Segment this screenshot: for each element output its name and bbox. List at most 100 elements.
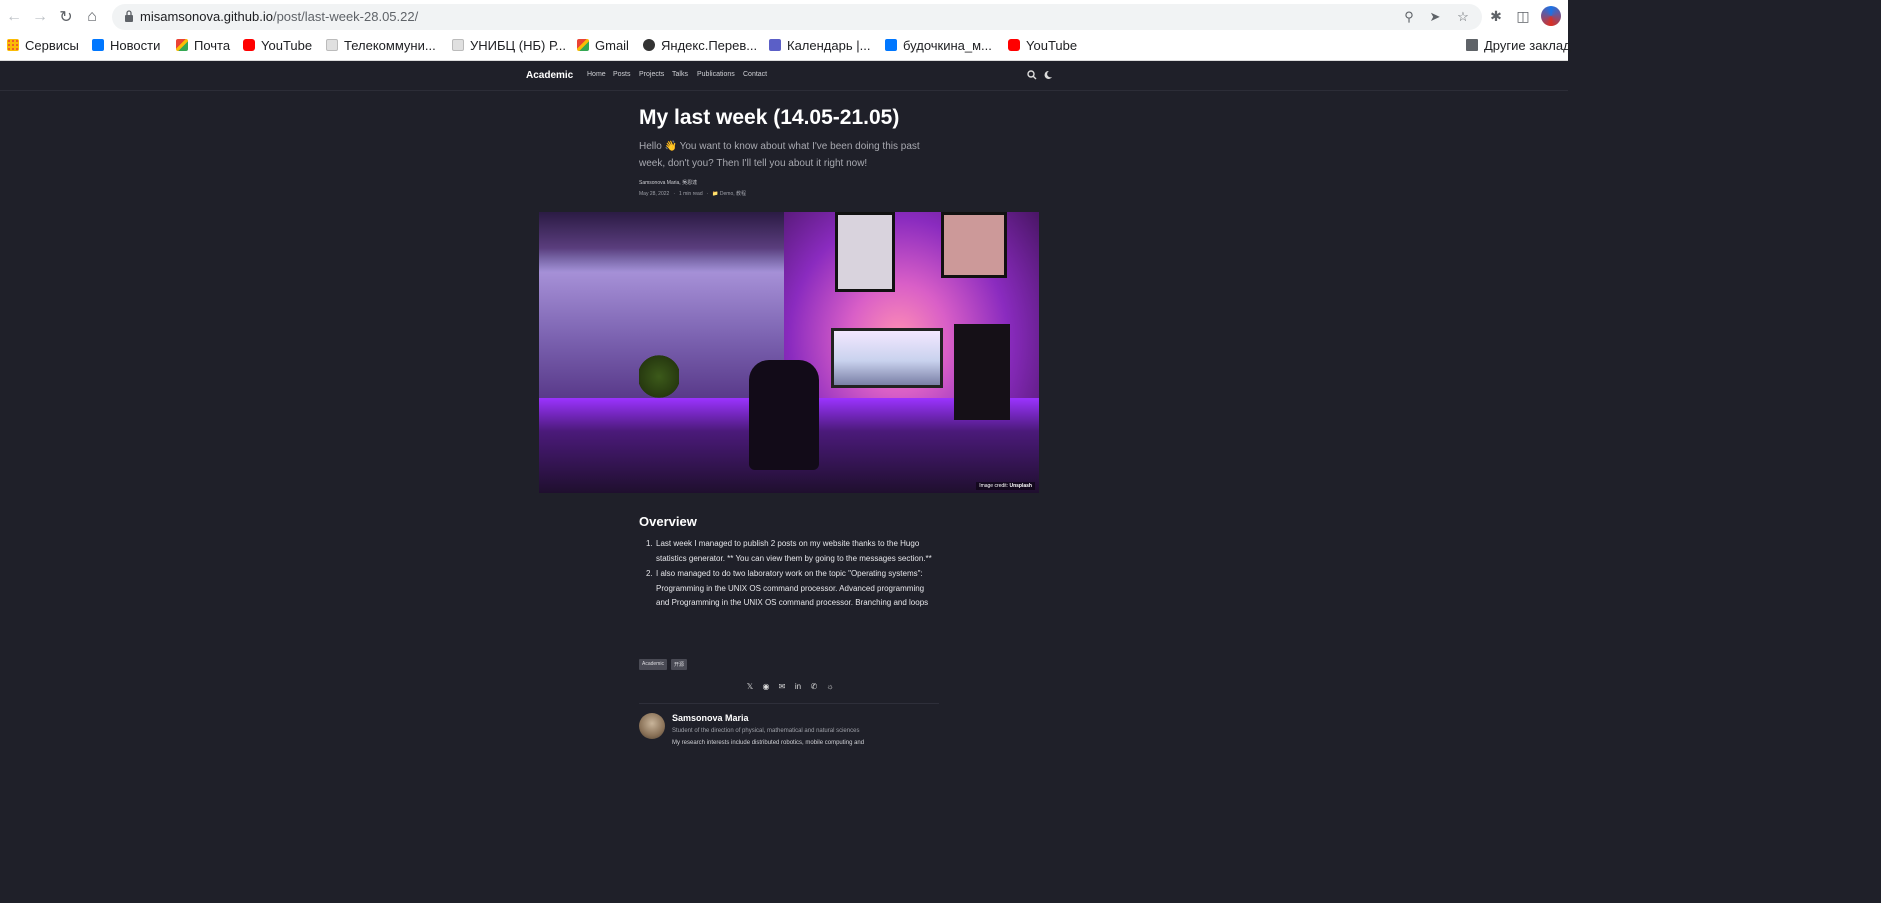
- bookmark-label: Gmail: [595, 37, 629, 53]
- bookmark-label: Новости: [110, 37, 161, 53]
- folder-icon: [1466, 39, 1478, 51]
- bookmark-label: Яндекс.Перев...: [661, 37, 758, 53]
- article-meta: May 28, 2022 · 1 min read · 📁 Demo, 教程: [639, 190, 746, 197]
- image-poster-frame: [835, 212, 895, 292]
- article-lead: Hello 👋 You want to know about what I've…: [639, 141, 920, 169]
- featured-image: Image credit: Unsplash: [539, 212, 1039, 493]
- list-item-text: Last week I managed to publish 2 posts o…: [656, 539, 932, 563]
- url-host: misamsonova.github.io: [140, 9, 273, 24]
- site-icon: [452, 39, 464, 51]
- nav-publications[interactable]: Publications: [697, 71, 735, 78]
- address-bar[interactable]: misamsonova.github.io/post/last-week-28.…: [112, 4, 1482, 30]
- author-name[interactable]: Samsonova Maria: [672, 713, 749, 723]
- nav-projects[interactable]: Projects: [639, 71, 664, 78]
- bookmark-label: УНИБЦ (НБ) Р...: [470, 37, 566, 53]
- image-poster-frame: [941, 212, 1007, 278]
- search-icon[interactable]: [1027, 70, 1037, 80]
- overview-heading: Overview: [639, 514, 697, 529]
- author-bio: My research interests include distribute…: [672, 740, 865, 746]
- bookmark-youtube[interactable]: YouTube: [243, 36, 312, 54]
- site-icon: [326, 39, 338, 51]
- site-navbar: Academic Home Posts Projects Talks Publi…: [0, 61, 1568, 91]
- vk-icon: [92, 39, 104, 51]
- image-credit: Image credit: Unsplash: [976, 482, 1035, 490]
- bookmark-unibc[interactable]: УНИБЦ (НБ) Р...: [452, 36, 566, 54]
- overview-list: 1. Last week I managed to publish 2 posts…: [639, 537, 939, 612]
- image-credit-label: Image credit:: [979, 483, 1009, 489]
- teams-icon: [769, 39, 781, 51]
- back-icon[interactable]: ←: [3, 6, 25, 28]
- bookmark-label: YouTube: [261, 37, 313, 53]
- bookmark-mail[interactable]: Почта: [176, 36, 230, 54]
- list-number: 2.: [646, 569, 653, 578]
- article-categories[interactable]: Demo, 教程: [720, 191, 746, 197]
- lock-icon: [125, 10, 133, 22]
- bookmark-news[interactable]: Новости: [92, 36, 160, 54]
- weibo-icon[interactable]: ☼: [824, 681, 836, 691]
- meta-separator: ·: [673, 191, 675, 197]
- whatsapp-icon[interactable]: ✆: [808, 681, 820, 691]
- home-icon[interactable]: ⌂: [81, 6, 103, 28]
- nav-home[interactable]: Home: [587, 71, 606, 78]
- send-icon[interactable]: ➤: [1427, 9, 1443, 25]
- section-divider: [639, 703, 939, 704]
- gmail-icon: [577, 39, 589, 51]
- forward-icon[interactable]: →: [29, 6, 51, 28]
- profile-avatar[interactable]: [1541, 6, 1561, 26]
- site-brand[interactable]: Academic: [526, 70, 573, 81]
- author-avatar[interactable]: [639, 713, 665, 739]
- nav-posts[interactable]: Posts: [613, 71, 631, 78]
- tag-open-source[interactable]: 开源: [670, 659, 687, 670]
- url-path: /post/last-week-28.05.22/: [272, 9, 419, 24]
- image-credit-source[interactable]: Unsplash: [1009, 483, 1032, 489]
- bookmark-services[interactable]: Сервисы: [7, 36, 79, 54]
- reload-icon[interactable]: ↻: [55, 6, 77, 28]
- list-number: 1.: [646, 539, 653, 548]
- bookmark-label: Календарь |...: [787, 37, 871, 53]
- zoom-icon[interactable]: ⚲: [1401, 9, 1417, 25]
- article-date: May 28, 2022: [639, 191, 670, 197]
- bookmark-budochkina[interactable]: будочкина_м...: [885, 36, 992, 54]
- image-chair: [749, 360, 819, 470]
- bookmark-label: YouTube: [1026, 37, 1078, 53]
- bookmark-label: Почта: [194, 37, 231, 53]
- article-read-time: 1 min read: [678, 191, 703, 197]
- nav-talks[interactable]: Talks: [672, 71, 688, 78]
- star-icon[interactable]: ☆: [1455, 9, 1471, 25]
- side-panel-icon[interactable]: ◫: [1514, 7, 1532, 25]
- author-role: Student of the direction of physical, ma…: [672, 728, 860, 734]
- gmail-icon: [176, 39, 188, 51]
- yandex-icon: [643, 39, 655, 51]
- bookmark-calendar[interactable]: Календарь |...: [769, 36, 870, 54]
- article-title: My last week (14.05-21.05): [639, 106, 900, 129]
- bookmark-yandex-translate[interactable]: Яндекс.Перев...: [643, 36, 757, 54]
- browser-toolbar: ← → ↻ ⌂ misamsonova.github.io/post/last-…: [0, 0, 1568, 33]
- bookmark-label: Сервисы: [25, 37, 79, 53]
- list-item: 2. I also managed to do two laboratory wo…: [639, 567, 939, 611]
- email-icon[interactable]: ✉: [776, 681, 788, 691]
- url-text: misamsonova.github.io/post/last-week-28.…: [140, 9, 418, 24]
- bookmark-gmail[interactable]: Gmail: [577, 36, 629, 54]
- bookmark-label: Телекоммуни...: [344, 37, 436, 53]
- bookmark-telecom[interactable]: Телекоммуни...: [326, 36, 436, 54]
- bookmarks-bar: Сервисы Новости Почта YouTube Телекоммун…: [0, 33, 1571, 57]
- tag-academic[interactable]: Academic: [639, 659, 667, 670]
- image-speaker: [954, 324, 1010, 420]
- vk-icon: [885, 39, 897, 51]
- linkedin-icon[interactable]: in: [792, 681, 804, 691]
- dark-mode-icon[interactable]: [1043, 70, 1053, 80]
- apps-grid-icon: [7, 39, 19, 51]
- article-tags: Academic 开源: [639, 659, 687, 670]
- image-rock-arch: [539, 212, 784, 272]
- youtube-icon: [243, 39, 255, 51]
- share-bar: 𝕏 ◉ ✉ in ✆ ☼: [744, 681, 836, 691]
- extensions-icon[interactable]: ✱: [1487, 7, 1505, 25]
- browser-chrome: ← → ↻ ⌂ misamsonova.github.io/post/last-…: [0, 0, 1571, 61]
- bookmark-youtube-2[interactable]: YouTube: [1008, 36, 1077, 54]
- other-bookmarks[interactable]: Другие заклад: [1466, 36, 1571, 54]
- article-authors[interactable]: Samsonova Maria, 吳恩達: [639, 179, 697, 186]
- facebook-icon[interactable]: ◉: [760, 681, 772, 691]
- nav-contact[interactable]: Contact: [743, 71, 767, 78]
- image-bonsai: [639, 354, 679, 399]
- twitter-icon[interactable]: 𝕏: [744, 681, 756, 691]
